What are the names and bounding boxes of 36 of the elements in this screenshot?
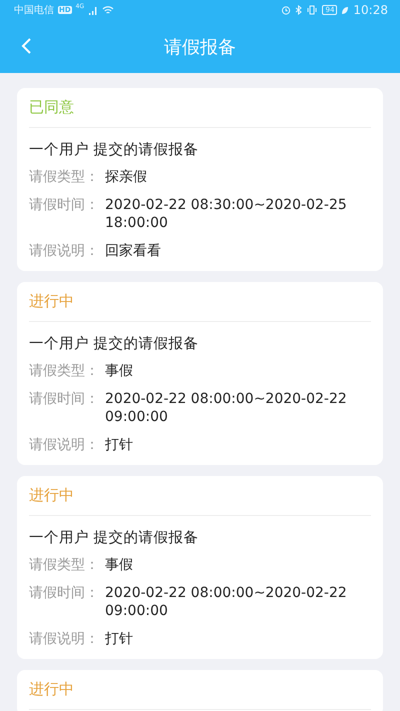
leave-card[interactable]: 进行中 一个用户 提交的请假报备 请假类型： 事假 请假时间： 2020-02-22 08:00:00~2020-02-22 09:00:00 请假说明： 打针 — [17, 282, 383, 465]
status-label: 进行中 — [29, 476, 371, 516]
field-value: 2020-02-22 08:00:00~2020-02-22 09:00:00 — [105, 584, 348, 620]
field-label: 请假类型： — [29, 556, 100, 574]
field-value: 事假 — [105, 362, 134, 380]
field-label: 请假时间： — [29, 390, 100, 409]
clock-time: 10:28 — [353, 3, 388, 17]
field-label: 请假时间： — [29, 584, 100, 603]
card-title: 一个用户 提交的请假报备 — [29, 528, 200, 548]
card-title: 一个用户 提交的请假报备 — [29, 334, 200, 354]
field-value: 回家看看 — [105, 242, 162, 260]
field-value: 事假 — [105, 556, 134, 574]
page-title: 请假报备 — [164, 36, 236, 58]
field-value: 2020-02-22 08:30:00~2020-02-25 18:00:00 — [105, 196, 348, 232]
vibrate-icon — [306, 5, 318, 15]
status-label: 已同意 — [29, 88, 371, 128]
wifi-icon — [102, 6, 114, 14]
field-label: 请假类型： — [29, 168, 100, 186]
field-value: 探亲假 — [105, 168, 148, 186]
bluetooth-icon — [295, 5, 302, 15]
carrier-name: 中国电信 — [14, 4, 54, 17]
status-label: 进行中 — [29, 282, 371, 322]
field-label: 请假类型： — [29, 362, 100, 380]
field-label: 请假说明： — [29, 630, 100, 648]
signal-icon — [88, 6, 98, 14]
alarm-icon — [281, 5, 292, 15]
field-value: 打针 — [105, 436, 134, 454]
field-value: 2020-02-22 08:00:00~2020-02-22 09:00:00 — [105, 390, 348, 426]
leaf-icon — [341, 6, 350, 14]
field-label: 请假说明： — [29, 436, 100, 454]
field-label: 请假时间： — [29, 196, 100, 215]
field-value: 打针 — [105, 630, 134, 648]
field-label: 请假说明： — [29, 242, 100, 260]
leave-card[interactable]: 已同意 一个用户 提交的请假报备 请假类型： 探亲假 请假时间： 2020-02-22 08:30:00~2020-02-25 18:00:00 请假说明： 回家看看 — [17, 88, 383, 271]
leave-card[interactable]: 进行中 一个用户 提交的请假报备 请假类型： 事假 请假时间： 2020-02-22 08:00:00~2020-02-22 09:00:00 请假说明： 打针 — [17, 476, 383, 659]
card-title: 一个用户 提交的请假报备 — [29, 140, 200, 160]
